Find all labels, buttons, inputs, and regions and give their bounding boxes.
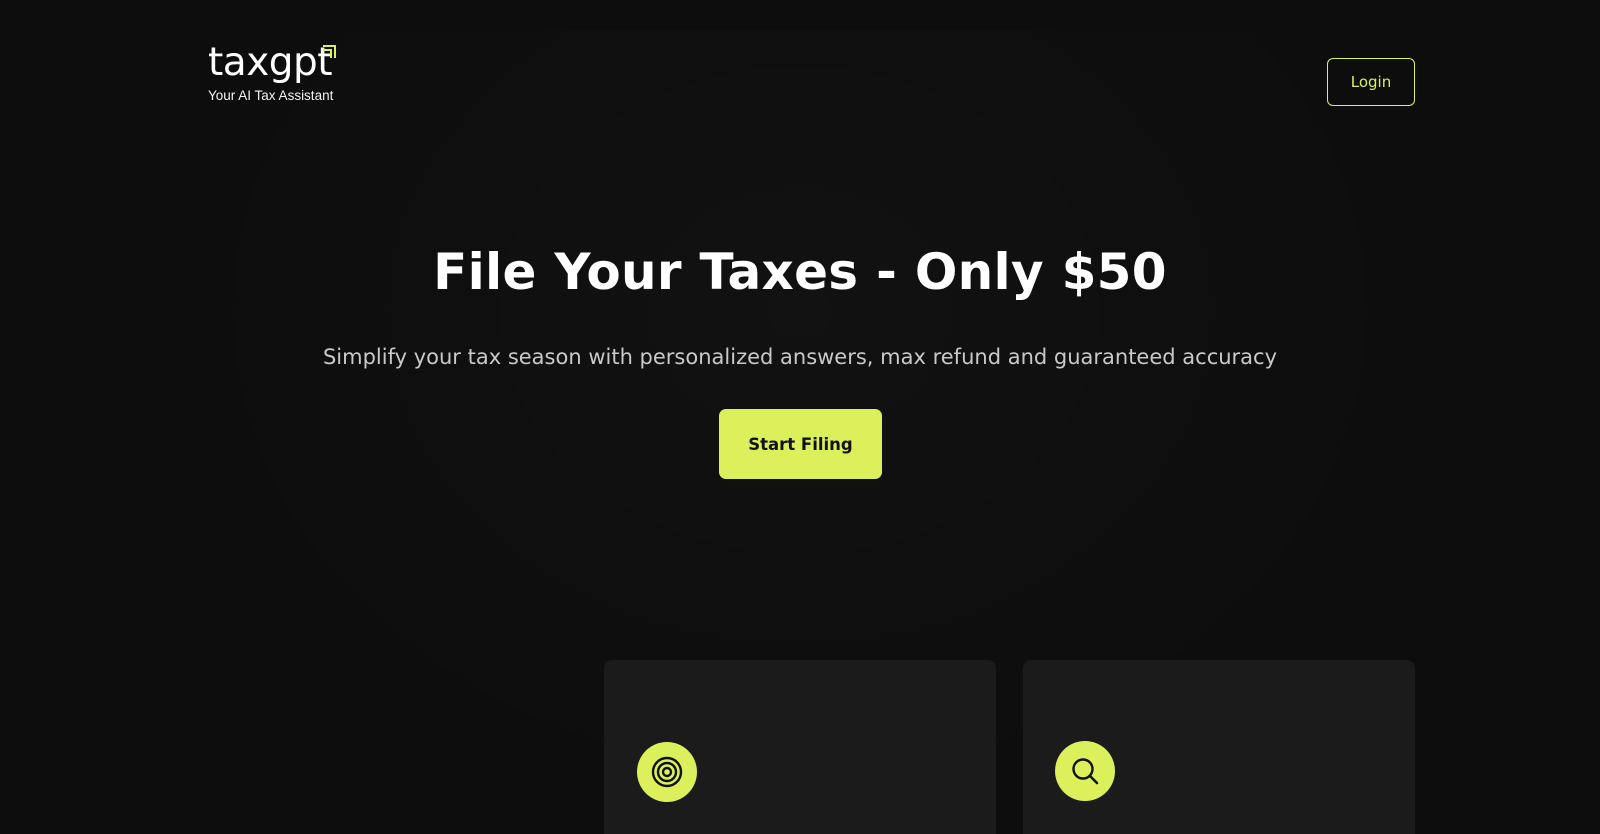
logo-mark-icon: [323, 45, 337, 58]
hero-subtitle: Simplify your tax season with personaliz…: [322, 345, 1278, 369]
search-icon: [1055, 741, 1115, 801]
start-filing-button[interactable]: Start Filing: [719, 409, 882, 479]
brand[interactable]: taxgpt Your AI Tax Assistant: [208, 40, 348, 112]
login-button[interactable]: Login: [1327, 58, 1415, 106]
hero-title: File Your Taxes - Only $50: [433, 243, 1167, 301]
target-icon: [637, 742, 697, 802]
tagline: Your AI Tax Assistant: [208, 88, 334, 103]
landing-page: taxgpt Your AI Tax Assistant Login File …: [0, 0, 1600, 834]
logo: taxgpt: [208, 40, 337, 86]
feature-card-accuracy: [604, 660, 996, 834]
feature-card-pricing: [1023, 660, 1415, 834]
logo-text: taxgpt: [208, 40, 333, 85]
